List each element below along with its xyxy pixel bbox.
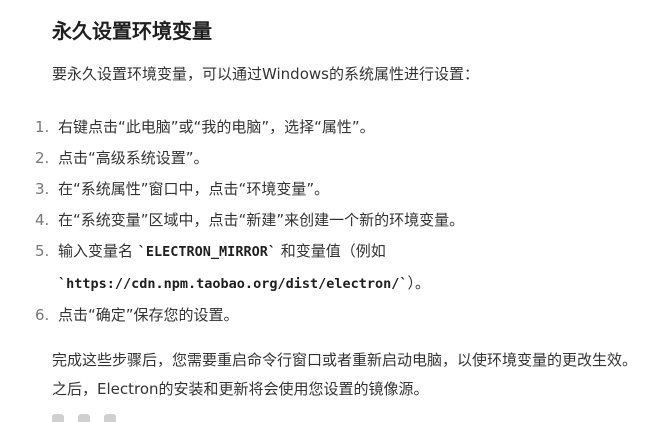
copy-icon[interactable] — [52, 414, 64, 422]
list-item: 2. 点击“高级系统设置”。 — [32, 143, 632, 174]
steps-list: 1. 右键点击“此电脑”或“我的电脑”，选择“属性”。 2. 点击“高级系统设置… — [32, 112, 632, 331]
list-item: 4. 在“系统变量”区域中，点击“新建”来创建一个新的环境变量。 — [32, 205, 632, 236]
message-actions — [52, 414, 116, 422]
list-item: 1. 右键点击“此电脑”或“我的电脑”，选择“属性”。 — [32, 112, 632, 143]
list-number: 6. — [35, 306, 50, 324]
summary-paragraph: 完成这些步骤后，您需要重启命令行窗口或者重新启动电脑，以使环境变量的更改生效。之… — [52, 351, 638, 398]
list-number: 3. — [35, 180, 50, 198]
intro-paragraph: 要永久设置环境变量，可以通过Windows的系统属性进行设置： — [52, 65, 479, 83]
inline-code-variable-name: `ELECTRON_MIRROR` — [137, 244, 276, 260]
list-item-text: 点击“高级系统设置”。 — [58, 149, 209, 167]
list-number: 5. — [35, 242, 50, 260]
list-number: 1. — [35, 118, 50, 136]
list-item-text-after: ）。 — [407, 274, 431, 292]
message-content: 永久设置环境变量 要永久设置环境变量，可以通过Windows的系统属性进行设置：… — [0, 0, 654, 422]
list-item-text: 在“系统属性”窗口中，点击“环境变量”。 — [58, 180, 330, 198]
list-item-text: 右键点击“此电脑”或“我的电脑”，选择“属性”。 — [58, 118, 375, 136]
list-item-text-mid: 和变量值（例如 — [275, 242, 386, 260]
inline-code-mirror-url: `https://cdn.npm.taobao.org/dist/electro… — [58, 276, 408, 292]
list-item: 3. 在“系统属性”窗口中，点击“环境变量”。 — [32, 174, 632, 205]
list-item: 6. 点击“确定”保存您的设置。 — [32, 300, 632, 331]
thumbs-up-icon[interactable] — [78, 414, 90, 422]
list-item-text: 点击“确定”保存您的设置。 — [58, 306, 239, 324]
list-item: 5. 输入变量名 `ELECTRON_MIRROR` 和变量值（例如 `http… — [32, 236, 632, 300]
list-number: 2. — [35, 149, 50, 167]
list-item-text: 在“系统变量”区域中，点击“新建”来创建一个新的环境变量。 — [58, 211, 465, 229]
list-item-text-before: 输入变量名 — [58, 242, 138, 260]
list-number: 4. — [35, 211, 50, 229]
section-heading: 永久设置环境变量 — [52, 19, 212, 43]
thumbs-down-icon[interactable] — [104, 414, 116, 422]
